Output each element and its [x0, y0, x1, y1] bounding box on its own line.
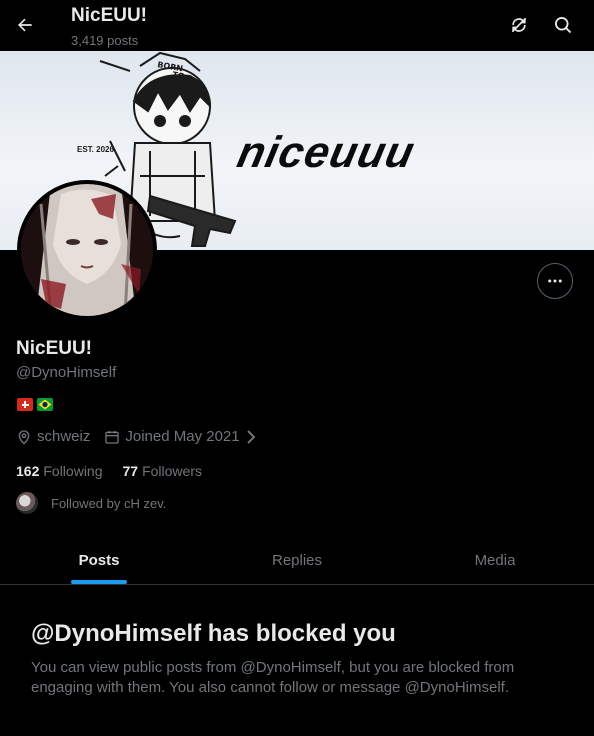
- followers-label: Followers: [142, 463, 202, 479]
- followed-by-text: Followed by cH zev.: [51, 495, 167, 511]
- tab-replies-label: Replies: [271, 552, 323, 569]
- follower-avatar: [16, 492, 38, 514]
- post-count: 3,419 posts: [71, 33, 139, 48]
- calendar-icon: [105, 430, 120, 444]
- followed-by[interactable]: Followed by cH zev.: [16, 492, 166, 514]
- profile-meta: schweiz Joined May 2021: [16, 428, 271, 445]
- header-title: NicEUU!: [71, 5, 148, 26]
- active-tab-indicator: [71, 580, 127, 584]
- joined-text: Joined May 2021: [125, 428, 240, 445]
- more-horizontal-icon: [548, 279, 562, 283]
- more-options-button[interactable]: [537, 263, 573, 299]
- banner-logo-text: niceuuu: [233, 128, 419, 176]
- bio-flags: [17, 398, 53, 411]
- banner-est-text: EST. 2026: [77, 145, 114, 154]
- following-link[interactable]: 162 Following: [16, 463, 103, 479]
- followers-link[interactable]: 77 Followers: [123, 463, 202, 479]
- profile-tabs: Posts Replies Media: [0, 537, 594, 585]
- search-button[interactable]: [546, 8, 580, 42]
- tab-media-label: Media: [474, 552, 516, 569]
- blocked-description: You can view public posts from @DynoHims…: [31, 659, 515, 696]
- back-button[interactable]: [8, 8, 42, 42]
- arrow-left-icon: [18, 18, 32, 32]
- refresh-button[interactable]: [502, 8, 536, 42]
- chevron-right-icon: [246, 429, 256, 444]
- profile-avatar[interactable]: [17, 180, 157, 320]
- following-label: Following: [43, 463, 103, 479]
- top-bar: NicEUU! 3,419 posts: [0, 0, 594, 51]
- search-icon: [555, 17, 572, 34]
- location-text: schweiz: [37, 428, 91, 445]
- brazil-flag-icon: [37, 398, 53, 411]
- followers-count: 77: [122, 463, 139, 479]
- tab-media[interactable]: Media: [396, 537, 594, 584]
- blocked-title: @DynoHimself has blocked you: [31, 620, 396, 647]
- tab-replies[interactable]: Replies: [198, 537, 396, 584]
- refresh-off-icon: [511, 17, 527, 33]
- location-pin-icon: [18, 429, 30, 445]
- joined-date[interactable]: Joined May 2021: [104, 428, 256, 445]
- swiss-flag-icon: [17, 398, 33, 411]
- profile-handle: @DynoHimself: [16, 364, 117, 381]
- tab-posts[interactable]: Posts: [0, 537, 198, 584]
- following-count: 162: [16, 463, 40, 479]
- follow-stats: 162 Following 77 Followers: [16, 463, 222, 479]
- location: schweiz: [16, 428, 90, 445]
- display-name: NicEUU!: [16, 338, 93, 359]
- tab-posts-label: Posts: [78, 552, 120, 569]
